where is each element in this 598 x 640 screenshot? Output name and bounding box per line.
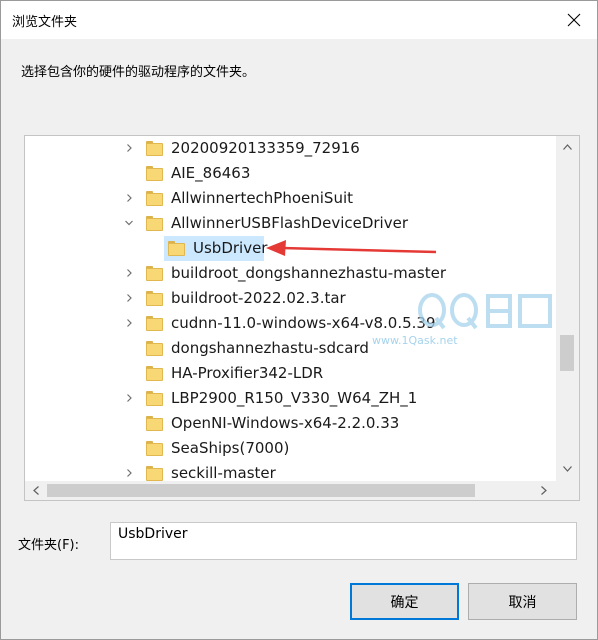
tree-item[interactable]: SeaShips(7000) (25, 436, 555, 461)
chevron-left-icon (33, 486, 39, 495)
tree-item[interactable]: buildroot_dongshannezhastu-master (25, 261, 555, 286)
scroll-up-button[interactable] (560, 140, 574, 154)
tree-item[interactable]: cudnn-11.0-windows-x64-v8.0.5.39 (25, 311, 555, 336)
folder-icon (146, 316, 163, 331)
tree-item-label: 20200920133359_72916 (171, 139, 360, 157)
tree-item[interactable]: AIE_86463 (25, 161, 555, 186)
collapsed-chevron-icon[interactable] (124, 143, 134, 153)
collapsed-chevron-icon[interactable] (124, 468, 134, 478)
folder-field[interactable] (110, 522, 577, 560)
chevron-down-icon (562, 466, 572, 472)
tree-item-label: UsbDriver (193, 239, 268, 257)
collapsed-chevron-icon[interactable] (124, 393, 134, 403)
tree-item-label: AIE_86463 (171, 164, 251, 182)
cancel-button[interactable]: 取消 (468, 583, 577, 620)
tree-item[interactable]: UsbDriver (25, 236, 555, 261)
collapsed-chevron-icon[interactable] (124, 318, 134, 328)
tree-item[interactable]: AllwinnertechPhoeniSuit (25, 186, 555, 211)
folder-icon (146, 291, 163, 306)
tree-item-label: AllwinnerUSBFlashDeviceDriver (171, 214, 408, 232)
tree-item[interactable]: OpenNI-Windows-x64-2.2.0.33 (25, 411, 555, 436)
tree-item[interactable]: buildroot-2022.02.3.tar (25, 286, 555, 311)
folder-icon (146, 341, 163, 356)
tree-item-label: AllwinnertechPhoeniSuit (171, 189, 354, 207)
folder-icon (146, 141, 163, 156)
tree-item-label: seckill-master (171, 464, 276, 482)
chevron-right-icon (541, 486, 547, 495)
collapsed-chevron-icon[interactable] (124, 268, 134, 278)
vertical-scrollbar[interactable] (556, 136, 579, 481)
tree-item-label: OpenNI-Windows-x64-2.2.0.33 (171, 414, 400, 432)
close-button[interactable] (551, 1, 597, 39)
folder-tree[interactable]: 20200920133359_72916 AIE_86463 Allwinnerte… (24, 135, 580, 501)
folder-icon (168, 241, 185, 256)
tree-item-label: HA-Proxifier342-LDR (171, 364, 324, 382)
folder-icon (146, 391, 163, 406)
folder-icon (146, 216, 163, 231)
scroll-right-button[interactable] (537, 484, 551, 497)
horizontal-scroll-thumb[interactable] (47, 484, 475, 497)
tree-item-label: SeaShips(7000) (171, 439, 290, 457)
tree-item[interactable]: HA-Proxifier342-LDR (25, 361, 555, 386)
scrollbar-corner (556, 481, 579, 500)
chevron-up-icon (562, 144, 572, 150)
folder-icon (146, 191, 163, 206)
tree-item-label: dongshannezhastu-sdcard (171, 339, 369, 357)
scroll-down-button[interactable] (560, 462, 574, 476)
folder-icon (146, 416, 163, 431)
tree-item[interactable]: 20200920133359_72916 (25, 136, 555, 161)
scroll-left-button[interactable] (29, 484, 43, 497)
ok-button[interactable]: 确定 (350, 583, 459, 620)
horizontal-scrollbar[interactable] (25, 481, 556, 500)
instruction-text: 选择包含你的硬件的驱动程序的文件夹。 (21, 65, 256, 80)
folder-icon (146, 466, 163, 481)
tree-item-label: buildroot_dongshannezhastu-master (171, 264, 447, 282)
tree-item[interactable]: dongshannezhastu-sdcard (25, 336, 555, 361)
folder-icon (146, 166, 163, 181)
tree-item-label: LBP2900_R150_V330_W64_ZH_1 (171, 389, 418, 407)
collapsed-chevron-icon[interactable] (124, 293, 134, 303)
collapsed-chevron-icon[interactable] (124, 193, 134, 203)
tree-item-label: buildroot-2022.02.3.tar (171, 289, 346, 307)
tree-item-label: cudnn-11.0-windows-x64-v8.0.5.39 (171, 314, 436, 332)
vertical-scroll-thumb[interactable] (560, 335, 574, 371)
title-bar: 浏览文件夹 (1, 1, 597, 39)
window-title: 浏览文件夹 (12, 15, 78, 30)
tree-item[interactable]: LBP2900_R150_V330_W64_ZH_1 (25, 386, 555, 411)
folder-field-label: 文件夹(F): (18, 538, 80, 553)
tree-item[interactable]: AllwinnerUSBFlashDeviceDriver (25, 211, 555, 236)
close-icon (567, 13, 581, 27)
folder-icon (146, 366, 163, 381)
expanded-chevron-icon[interactable] (124, 218, 134, 228)
folder-icon (146, 441, 163, 456)
browse-folder-dialog: 浏览文件夹 选择包含你的硬件的驱动程序的文件夹。 20200920133359_… (0, 0, 598, 640)
folder-icon (146, 266, 163, 281)
